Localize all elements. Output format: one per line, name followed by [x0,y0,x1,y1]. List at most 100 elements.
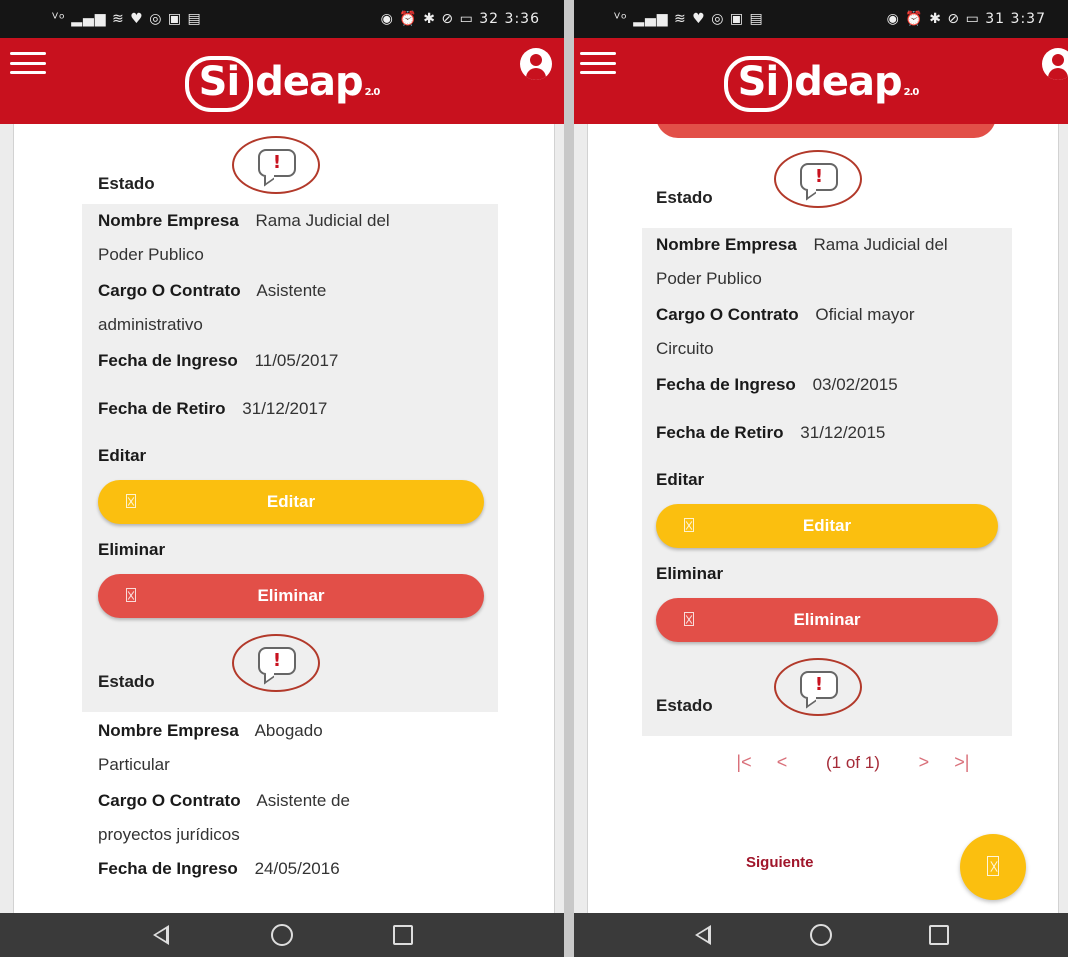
status-right-group: ◉ ⏰ ✱ ⊘ ▭ 32 3:36 [381,11,540,27]
status-alert-button[interactable]: ! [774,658,862,716]
previous-delete-button-partial[interactable] [656,124,996,138]
edit-button[interactable]: Editar [656,504,998,548]
delete-button[interactable]: Eliminar [98,574,484,618]
status-alert-button[interactable]: ! [232,634,320,692]
battery-level: 31 [985,11,1006,27]
nav-back-button[interactable] [146,923,176,947]
estado-row: Estado ! [98,634,338,694]
edit-button-label: Editar [802,516,852,535]
delete-icon [684,612,694,626]
page-indicator: (1 of 1) [826,752,880,772]
nombre-empresa-value-cont: Particular [98,755,170,774]
eliminar-label: Eliminar [656,564,724,583]
cargo-value: Asistente de [256,791,350,810]
records-list[interactable]: Estado ! Nombre Empresa Rama Judicial de… [0,124,564,913]
status-right-icons: ◉ ⏰ ✱ ⊘ ▭ [380,11,474,27]
page-gutter-left [0,124,14,913]
fecha-ingreso-value: 11/05/2017 [254,351,339,370]
phone-screen-right: ⱽᵒ ▂▄▆ ≋ ♥ ◎ ▣ ▤ ◉ ⏰ ✱ ⊘ ▭ 31 3:37 Si de… [574,0,1068,957]
cargo-value-cont: Circuito [656,339,714,358]
recents-icon [929,925,949,945]
logo-text: deap [255,59,363,105]
nombre-empresa-row: Nombre Empresa Abogado [98,714,488,748]
android-nav-bar [574,913,1068,957]
menu-icon[interactable] [10,52,46,74]
status-bar: ⱽᵒ ▂▄▆ ≋ ♥ ◎ ▣ ▤ ◉ ⏰ ✱ ⊘ ▭ 31 3:37 [574,0,1068,38]
siguiente-link[interactable]: Siguiente [746,854,814,871]
prev-page-button[interactable]: < [772,752,792,773]
user-profile-icon[interactable] [520,48,552,80]
delete-icon [126,588,136,602]
estado-row: Estado ! [656,658,896,718]
back-icon [152,925,169,945]
edit-button[interactable]: Editar [98,480,484,524]
menu-icon[interactable] [580,52,616,74]
nombre-empresa-row: Nombre Empresa Rama Judicial del [656,228,1006,262]
app-header: Si deap 2.0 [574,38,1068,124]
first-page-button[interactable]: |< [734,752,754,773]
fecha-ingreso-row: Fecha de Ingreso 11/05/2017 [98,344,338,378]
delete-button-label: Eliminar [793,610,861,629]
eliminar-label: Eliminar [98,540,166,559]
fecha-ingreso-label: Fecha de Ingreso [98,351,238,370]
paginator: |< < (1 of 1) > >| [734,752,972,773]
fecha-retiro-value: 31/12/2017 [242,399,328,418]
editar-label: Editar [656,470,705,489]
estado-label: Estado [656,696,713,715]
nombre-empresa-value: Rama Judicial del [255,211,390,230]
clock: 3:37 [1010,11,1046,27]
page-gutter-right [554,124,564,913]
floating-action-button[interactable] [960,834,1026,900]
app-header: Si deap 2.0 [0,38,564,124]
cargo-row: Cargo O Contrato Asistente de [98,784,488,818]
fecha-retiro-label: Fecha de Retiro [656,423,784,442]
nombre-empresa-label: Nombre Empresa [98,721,239,740]
nav-home-button[interactable] [267,923,297,947]
next-page-button[interactable]: > [914,752,934,773]
nav-recents-button[interactable] [388,923,418,947]
phone-screen-left: ⱽᵒ ▂▄▆ ≋ ♥ ◎ ▣ ▤ ◉ ⏰ ✱ ⊘ ▭ 32 3:36 Si de… [0,0,564,957]
fecha-ingreso-row: Fecha de Ingreso 24/05/2016 [98,852,340,886]
record-card: Nombre Empresa Rama Judicial del Poder P… [642,228,1012,736]
page-gutter-left [574,124,588,913]
alert-bubble-icon: ! [800,671,838,699]
edit-icon [684,518,694,532]
alert-bubble-icon: ! [800,163,838,191]
nombre-empresa-label: Nombre Empresa [656,235,797,254]
editar-label: Editar [98,446,147,465]
last-page-button[interactable]: >| [952,752,972,773]
edit-icon [126,494,136,508]
clock: 3:36 [504,11,540,27]
fecha-retiro-label: Fecha de Retiro [98,399,226,418]
page-gutter-right [1058,124,1068,913]
cargo-row: Cargo O Contrato Oficial mayor [656,298,1006,332]
user-profile-icon[interactable] [1042,48,1068,80]
cargo-value: Asistente [256,281,327,300]
delete-button[interactable]: Eliminar [656,598,998,642]
nombre-empresa-value: Abogado [254,721,323,740]
cargo-row: Cargo O Contrato Asistente [98,274,488,308]
delete-button-label: Eliminar [257,586,325,605]
fecha-ingreso-value: 24/05/2016 [254,859,340,878]
alert-bubble-icon: ! [258,149,296,177]
records-list[interactable]: Estado ! Nombre Empresa Rama Judicial de… [574,124,1068,913]
fecha-ingreso-label: Fecha de Ingreso [656,375,796,394]
android-nav-bar [0,913,564,957]
logo-version: 2.0 [903,87,920,98]
status-alert-button[interactable]: ! [232,136,320,194]
nav-home-button[interactable] [806,923,836,947]
status-alert-button[interactable]: ! [774,150,862,208]
nav-recents-button[interactable] [924,923,954,947]
fecha-ingreso-value: 03/02/2015 [812,375,898,394]
nombre-empresa-row: Nombre Empresa Rama Judicial del [98,204,488,238]
record-card: Nombre Empresa Rama Judicial del Poder P… [82,204,498,712]
cargo-label: Cargo O Contrato [98,281,241,300]
nombre-empresa-label: Nombre Empresa [98,211,239,230]
nav-back-button[interactable] [688,923,718,947]
estado-row: Estado ! [656,150,896,210]
nombre-empresa-value-cont: Poder Publico [656,269,762,288]
sideap-logo: Si deap 2.0 [184,56,380,112]
status-left-icons: ⱽᵒ ▂▄▆ ≋ ♥ ◎ ▣ ▤ [614,11,764,27]
status-right-group: ◉ ⏰ ✱ ⊘ ▭ 31 3:37 [887,11,1046,27]
alert-glyph: ! [814,674,824,695]
